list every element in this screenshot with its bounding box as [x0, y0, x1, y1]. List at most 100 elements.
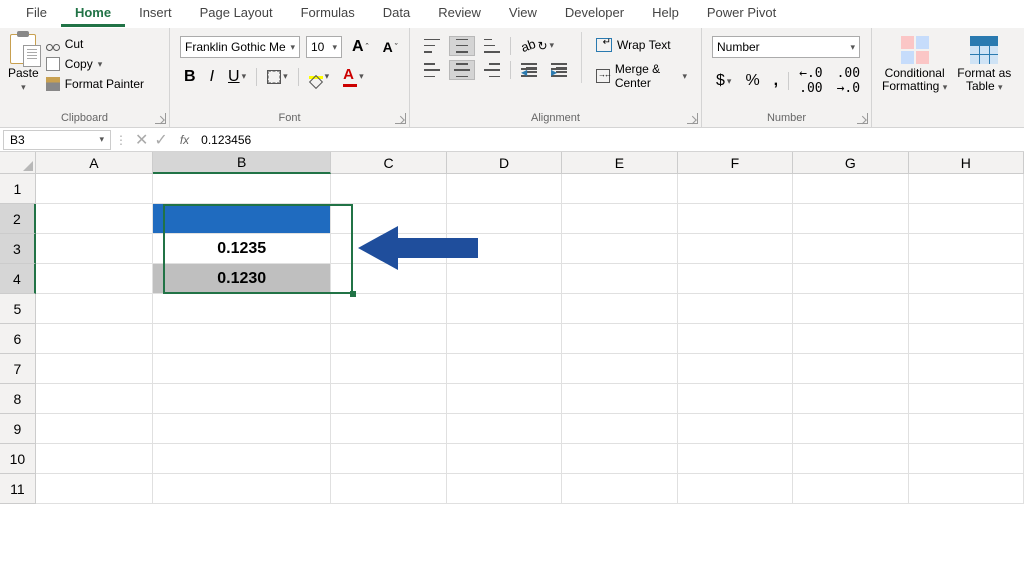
cell-B2[interactable]	[153, 204, 331, 234]
cell-F7[interactable]	[678, 354, 793, 384]
row-header-3[interactable]: 3	[0, 234, 36, 264]
font-size-combo[interactable]: 10▾	[306, 36, 342, 58]
tab-review[interactable]: Review	[424, 0, 495, 27]
tab-insert[interactable]: Insert	[125, 0, 186, 27]
chevron-down-icon[interactable]: ▾	[242, 71, 247, 82]
cell-C6[interactable]	[331, 324, 446, 354]
cell-H11[interactable]	[909, 474, 1024, 504]
row-header-8[interactable]: 8	[0, 384, 36, 414]
cell-G8[interactable]	[793, 384, 908, 414]
tab-developer[interactable]: Developer	[551, 0, 638, 27]
cell-H6[interactable]	[909, 324, 1024, 354]
chevron-down-icon[interactable]: ▾	[359, 71, 364, 82]
cell-A10[interactable]	[36, 444, 153, 474]
row-header-7[interactable]: 7	[0, 354, 36, 384]
paste-button[interactable]: Paste ▾	[8, 34, 39, 93]
cell-F5[interactable]	[678, 294, 793, 324]
row-header-2[interactable]: 2	[0, 204, 36, 234]
align-top-button[interactable]	[420, 37, 444, 55]
enter-icon[interactable]: ✓	[154, 130, 167, 150]
cell-H4[interactable]	[909, 264, 1024, 294]
cell-G1[interactable]	[793, 174, 908, 204]
row-header-11[interactable]: 11	[0, 474, 36, 504]
cell-F9[interactable]	[678, 414, 793, 444]
cell-F2[interactable]	[678, 204, 793, 234]
cell-G4[interactable]	[793, 264, 908, 294]
cell-H8[interactable]	[909, 384, 1024, 414]
align-middle-button[interactable]	[450, 37, 474, 55]
tab-power-pivot[interactable]: Power Pivot	[693, 0, 790, 27]
col-header-H[interactable]: H	[909, 152, 1024, 174]
format-as-table-button[interactable]: Format asTable ▾	[957, 36, 1011, 93]
fx-icon[interactable]: fx	[172, 133, 197, 147]
select-all-button[interactable]	[0, 152, 36, 174]
name-box[interactable]: B3▾	[3, 130, 111, 150]
wrap-text-button[interactable]: Wrap Text	[592, 36, 691, 54]
font-color-button[interactable]: A▾	[339, 64, 368, 89]
cell-A7[interactable]	[36, 354, 153, 384]
col-header-A[interactable]: A	[36, 152, 153, 174]
orientation-button[interactable]: ab↻▾	[517, 36, 558, 55]
row-header-6[interactable]: 6	[0, 324, 36, 354]
cell-D8[interactable]	[447, 384, 562, 414]
col-header-C[interactable]: C	[331, 152, 446, 174]
align-left-button[interactable]	[420, 61, 444, 79]
cell-H10[interactable]	[909, 444, 1024, 474]
dialog-launcher-icon[interactable]	[395, 113, 406, 124]
col-header-B[interactable]: B	[153, 152, 331, 174]
font-name-combo[interactable]: Franklin Gothic Me▾	[180, 36, 300, 58]
formula-value[interactable]: 0.123456	[197, 133, 255, 147]
cell-H5[interactable]	[909, 294, 1024, 324]
cell-B7[interactable]	[153, 354, 331, 384]
cell-G3[interactable]	[793, 234, 908, 264]
cell-E9[interactable]	[562, 414, 677, 444]
decrease-indent-button[interactable]: ◀	[517, 61, 541, 79]
cell-E6[interactable]	[562, 324, 677, 354]
cell-C10[interactable]	[331, 444, 446, 474]
cell-A2[interactable]	[36, 204, 153, 234]
chevron-down-icon[interactable]: ▾	[682, 71, 687, 82]
cell-D11[interactable]	[447, 474, 562, 504]
cell-F10[interactable]	[678, 444, 793, 474]
cell-H3[interactable]	[909, 234, 1024, 264]
cell-G2[interactable]	[793, 204, 908, 234]
cell-B10[interactable]	[153, 444, 331, 474]
decrease-decimal-button[interactable]: .00→.0	[833, 64, 864, 98]
cut-button[interactable]: Cut	[43, 36, 147, 52]
bold-button[interactable]: B	[180, 66, 200, 88]
cell-H9[interactable]	[909, 414, 1024, 444]
cell-A4[interactable]	[36, 264, 153, 294]
cell-F6[interactable]	[678, 324, 793, 354]
chevron-down-icon[interactable]: ▾	[325, 71, 330, 82]
chevron-down-icon[interactable]: ▾	[283, 71, 288, 82]
dialog-launcher-icon[interactable]	[687, 113, 698, 124]
row-header-1[interactable]: 1	[0, 174, 36, 204]
tab-home[interactable]: Home	[61, 0, 125, 27]
cell-C5[interactable]	[331, 294, 446, 324]
cell-E10[interactable]	[562, 444, 677, 474]
cell-B11[interactable]	[153, 474, 331, 504]
tab-formulas[interactable]: Formulas	[287, 0, 369, 27]
cell-B3[interactable]: 0.1235	[153, 234, 331, 264]
cell-E8[interactable]	[562, 384, 677, 414]
cell-D10[interactable]	[447, 444, 562, 474]
cell-A1[interactable]	[36, 174, 153, 204]
cell-E4[interactable]	[562, 264, 677, 294]
increase-decimal-button[interactable]: ←.0.00	[795, 64, 826, 98]
col-header-E[interactable]: E	[562, 152, 677, 174]
accounting-format-button[interactable]: $▾	[712, 70, 735, 92]
cell-E7[interactable]	[562, 354, 677, 384]
row-header-10[interactable]: 10	[0, 444, 36, 474]
tab-view[interactable]: View	[495, 0, 551, 27]
dialog-launcher-icon[interactable]	[155, 113, 166, 124]
cell-C8[interactable]	[331, 384, 446, 414]
tab-file[interactable]: File	[12, 0, 61, 27]
decrease-font-button[interactable]: Aˇ	[379, 37, 402, 57]
cell-D5[interactable]	[447, 294, 562, 324]
cell-C11[interactable]	[331, 474, 446, 504]
cell-H1[interactable]	[909, 174, 1024, 204]
cell-G11[interactable]	[793, 474, 908, 504]
chevron-down-icon[interactable]: ▾	[550, 40, 555, 51]
cell-E1[interactable]	[562, 174, 677, 204]
cell-G6[interactable]	[793, 324, 908, 354]
